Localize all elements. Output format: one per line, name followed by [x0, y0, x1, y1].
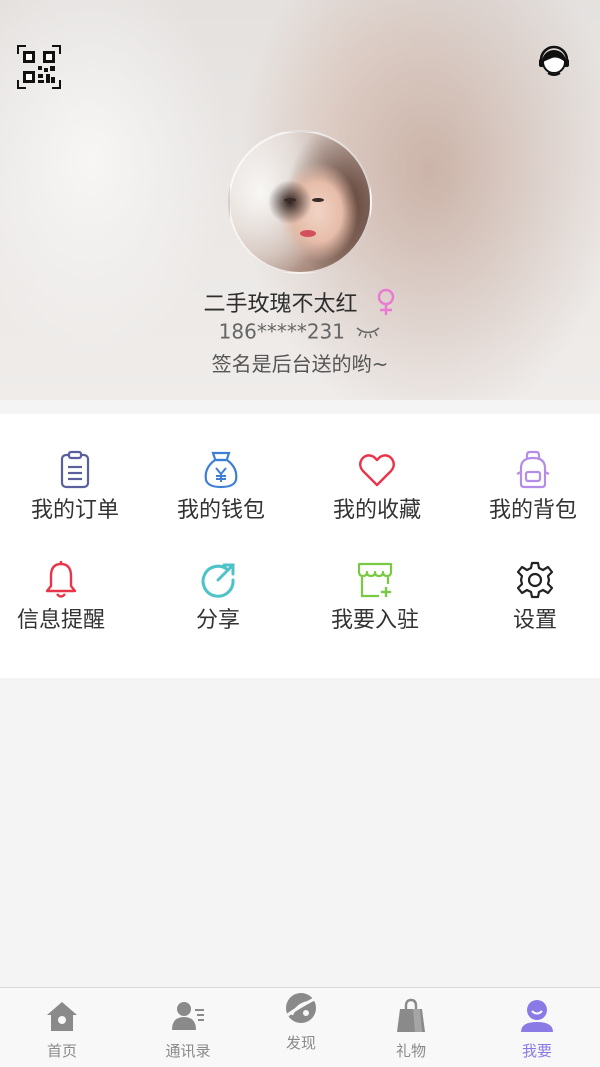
tab-label: 首页	[46, 1042, 77, 1060]
menu-item-favorites[interactable]: 我的收藏	[302, 444, 452, 544]
menu-item-settings[interactable]: 设置	[460, 554, 600, 654]
gift-bag-icon	[397, 998, 425, 1032]
gear-icon	[516, 561, 554, 599]
qr-code-icon	[17, 45, 61, 89]
heart-icon	[359, 454, 395, 487]
share-icon	[201, 563, 235, 598]
avatar-eye-right	[312, 198, 324, 202]
qr-code-button[interactable]	[16, 44, 62, 90]
shop-add-icon	[357, 562, 393, 598]
female-gender-icon	[377, 288, 394, 315]
menu-item-wallet[interactable]: 我的钱包	[146, 444, 296, 544]
avatar-eye-left	[284, 198, 296, 202]
customer-service-icon	[539, 45, 569, 76]
profile-header: 二手玫瑰不太红 186*****231 签名是后台送的哟~	[0, 0, 600, 400]
contacts-icon	[172, 1002, 204, 1030]
avatar[interactable]	[228, 130, 372, 274]
menu-item-label: 信息提醒	[16, 608, 105, 633]
menu-item-label: 我的订单	[30, 498, 119, 523]
tab-label: 我要	[521, 1042, 552, 1060]
menu-item-orders[interactable]: 我的订单	[0, 444, 150, 544]
menu-item-label: 我的背包	[488, 498, 577, 523]
avatar-lips	[300, 230, 316, 237]
menu-item-label: 分享	[195, 608, 240, 633]
menu-item-label: 设置	[512, 608, 557, 633]
tab-label: 通讯录	[165, 1042, 211, 1060]
menu-item-share[interactable]: 分享	[143, 554, 293, 654]
tab-discover[interactable]: 发现	[241, 980, 361, 1060]
tab-me[interactable]: 我要	[477, 988, 597, 1067]
menu-item-notifications[interactable]: 信息提醒	[0, 554, 136, 654]
tab-contacts[interactable]: 通讯录	[128, 988, 248, 1067]
username-row: 二手玫瑰不太红	[0, 286, 600, 317]
bottom-tab-bar: 首页 通讯录 发现 礼物 我要	[0, 987, 600, 1067]
signature: 签名是后台送的哟~	[211, 352, 389, 376]
tab-label: 礼物	[395, 1042, 426, 1060]
menu-item-join[interactable]: 我要入驻	[300, 554, 450, 654]
feature-menu: 我的订单 我的钱包 我的收藏 我的背包 信息提醒 分享 我要入驻 设置	[0, 414, 600, 678]
phone-number: 186*****231	[218, 319, 345, 344]
home-icon	[47, 1002, 77, 1031]
menu-item-backpack[interactable]: 我的背包	[458, 444, 600, 544]
backpack-icon	[516, 450, 550, 489]
order-list-icon	[60, 450, 90, 489]
menu-item-label: 我的钱包	[176, 498, 265, 523]
menu-item-label: 我的收藏	[332, 498, 421, 523]
phone-row: 186*****231	[0, 318, 600, 346]
tab-label: 发现	[285, 1034, 316, 1052]
customer-service-button[interactable]	[534, 42, 574, 82]
username: 二手玫瑰不太红	[203, 292, 358, 317]
tab-home[interactable]: 首页	[2, 988, 122, 1067]
eye-closed-icon[interactable]	[355, 325, 381, 339]
me-icon	[521, 1000, 553, 1032]
money-bag-icon	[204, 451, 238, 489]
menu-item-label: 我要入驻	[330, 608, 419, 633]
planet-icon	[283, 993, 319, 1023]
tab-gifts[interactable]: 礼物	[351, 988, 471, 1067]
bell-icon	[45, 561, 77, 598]
